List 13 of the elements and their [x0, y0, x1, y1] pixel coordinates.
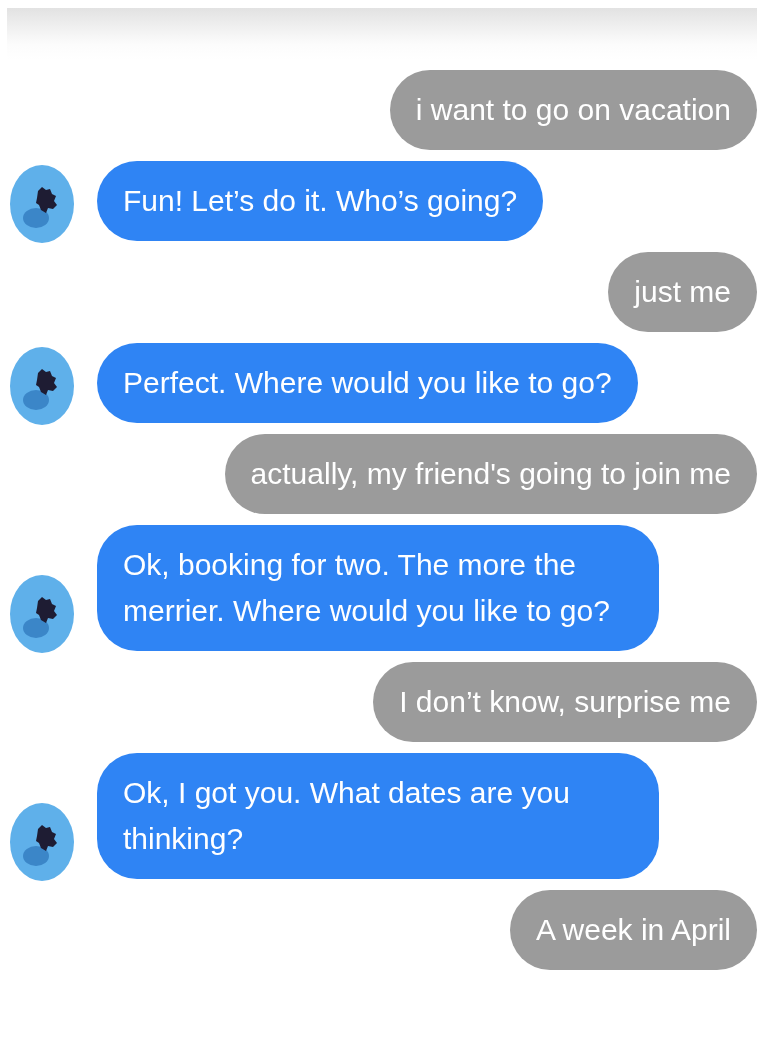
message-bubble: actually, my friend's going to join me: [224, 434, 757, 514]
message-bubble: Perfect. Where would you like to go?: [97, 343, 638, 423]
message-bubble: Fun! Let’s do it. Who’s going?: [97, 161, 544, 241]
bot-avatar-icon: [10, 575, 74, 653]
message-bubble: I don’t know, surprise me: [373, 662, 757, 742]
message-bubble: just me: [608, 252, 757, 332]
bot-avatar-icon: [10, 347, 74, 425]
message-bubble: A week in April: [509, 890, 757, 970]
bot-avatar-icon: [10, 165, 74, 243]
message-bubble: Ok, I got you. What dates are you thinking?: [97, 753, 659, 879]
message-bubble: i want to go on vacation: [389, 70, 757, 150]
bot-avatar-icon: [10, 803, 74, 881]
message-bubble: Ok, booking for two. The more the merrier. Where would you like to go?: [97, 525, 659, 651]
